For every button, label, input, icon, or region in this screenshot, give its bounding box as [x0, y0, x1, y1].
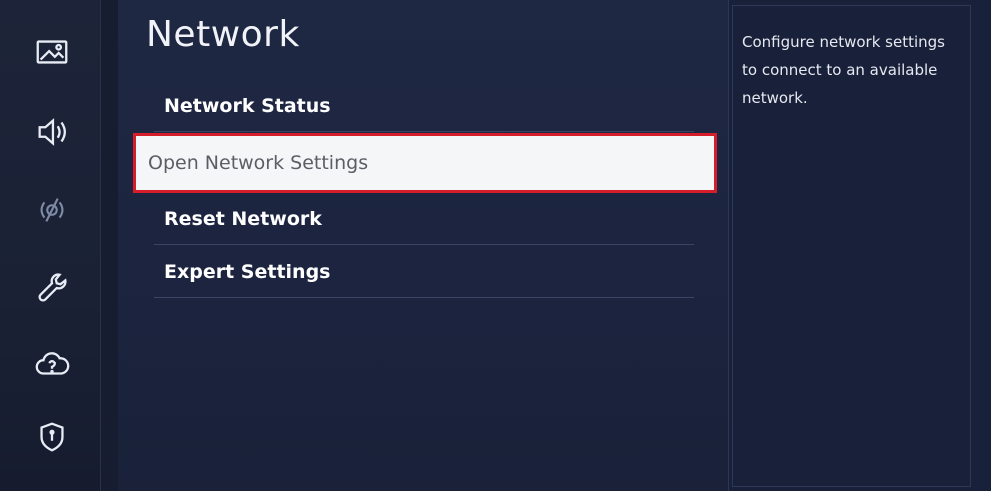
- description-text: Configure network settings to connect to…: [742, 33, 945, 107]
- picture-icon[interactable]: [30, 30, 74, 74]
- menu-item-label: Expert Settings: [164, 260, 331, 283]
- page-title: Network: [146, 14, 300, 55]
- menu-item-label: Open Network Settings: [148, 152, 369, 174]
- rail-separator: [100, 0, 119, 491]
- menu-item-network-status[interactable]: Network Status: [154, 80, 694, 132]
- support-cloud-icon[interactable]: [30, 342, 74, 386]
- privacy-shield-icon[interactable]: [30, 415, 74, 459]
- menu-item-label: Reset Network: [164, 207, 322, 230]
- menu-item-expert-settings[interactable]: Expert Settings: [154, 246, 694, 298]
- menu-item-label: Network Status: [164, 94, 331, 117]
- menu-item-reset-network[interactable]: Reset Network: [154, 193, 694, 245]
- broadcasting-icon[interactable]: [30, 188, 74, 232]
- sound-icon[interactable]: [30, 110, 74, 154]
- menu-item-open-network-settings[interactable]: Open Network Settings: [133, 133, 717, 193]
- general-wrench-icon[interactable]: [30, 266, 74, 310]
- settings-category-rail: [0, 0, 100, 491]
